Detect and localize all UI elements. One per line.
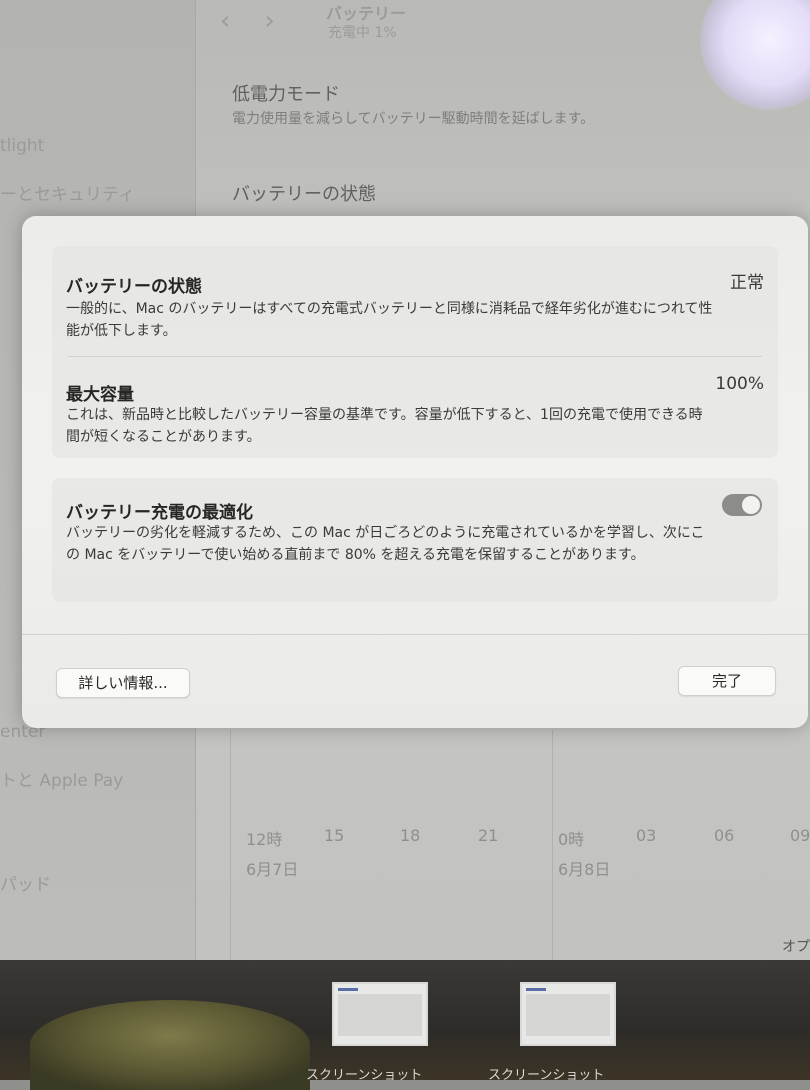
chart-gridline — [552, 730, 553, 960]
chart-tick: 03 — [636, 826, 657, 845]
screen-glare — [700, 0, 810, 110]
battery-health-row[interactable]: バッテリーの状態 — [232, 180, 376, 206]
chart-tick: 09 — [790, 826, 810, 845]
low-power-mode-title: 低電力モード — [232, 84, 340, 105]
thumbnail-label: スクリーンショット — [488, 1068, 605, 1083]
low-power-mode-desc: 電力使用量を減らしてバッテリー駆動時間を延ばします。 — [232, 111, 595, 127]
options-button-label[interactable]: オプ — [782, 936, 810, 956]
page-title: バッテリー — [326, 4, 407, 23]
thumbnail-bar — [338, 988, 358, 991]
wallpaper-tree — [30, 1000, 310, 1090]
navigation-arrows: ‹ › — [220, 6, 309, 36]
thumbnail-bar — [526, 988, 546, 991]
done-button[interactable]: 完了 — [678, 666, 776, 696]
dialog-divider — [22, 634, 808, 635]
optimized-charging-title: バッテリー充電の最適化 — [66, 503, 253, 523]
battery-health-desc: 一般的に、Mac のバッテリーはすべての充電式バッテリーと同様に消耗品で経年劣化… — [66, 301, 713, 339]
back-arrow-icon[interactable]: ‹ — [220, 6, 230, 36]
battery-health-value: 正常 — [730, 273, 764, 293]
screenshot-thumbnail[interactable] — [332, 982, 428, 1046]
optimized-charging-toggle[interactable] — [722, 494, 762, 516]
max-capacity-desc: これは、新品時と比較したバッテリー容量の基準です。容量が低下すると、1回の充電で… — [66, 407, 703, 445]
chart-tick: 12時 — [246, 830, 283, 849]
thumbnail-pane — [338, 994, 422, 1036]
thumbnail-pane — [526, 994, 610, 1036]
thumbnail-label: スクリーンショット — [306, 1068, 423, 1083]
sidebar-item-privacy-security[interactable]: ーとセキュリティ — [0, 180, 135, 205]
chart-tick: 21 — [478, 826, 499, 845]
chart-date: 6月7日 — [246, 860, 299, 879]
sidebar-item-trackpad[interactable]: パッド — [0, 870, 51, 895]
more-info-button[interactable]: 詳しい情報... — [56, 668, 190, 698]
chart-gridline — [230, 730, 231, 960]
battery-usage-chart: 12時 15 18 21 0時 03 06 09 6月7日 6月8日 — [230, 730, 810, 960]
screenshot-thumbnail[interactable] — [520, 982, 616, 1046]
sidebar-item-spotlight[interactable]: tlight — [0, 136, 44, 156]
charging-status: 充電中 1% — [328, 25, 397, 41]
card-separator — [68, 356, 762, 357]
chart-date: 6月8日 — [558, 860, 611, 879]
forward-arrow-icon[interactable]: › — [264, 6, 274, 36]
chart-tick: 06 — [714, 826, 735, 845]
max-capacity-value: 100% — [715, 374, 764, 394]
chart-tick: 18 — [400, 826, 421, 845]
battery-health-dialog: バッテリーの状態 正常 一般的に、Mac のバッテリーはすべての充電式バッテリー… — [22, 216, 808, 728]
sidebar-item-wallet-apple-pay[interactable]: トと Apple Pay — [0, 766, 123, 791]
chart-tick: 0時 — [558, 830, 585, 849]
optimized-charging-desc: バッテリーの劣化を軽減するため、この Mac が日ごろどのように充電されているか… — [66, 525, 705, 563]
battery-health-title: バッテリーの状態 — [66, 277, 202, 297]
max-capacity-title: 最大容量 — [66, 385, 134, 405]
chart-tick: 15 — [324, 826, 345, 845]
toggle-knob — [742, 496, 760, 514]
